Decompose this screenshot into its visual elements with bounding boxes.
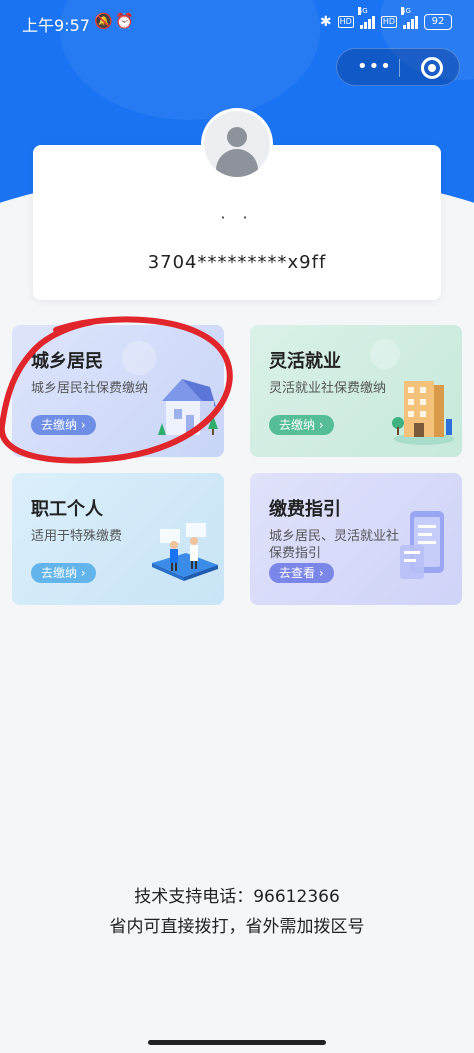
service-card-urban-rural[interactable]: 城乡居民 城乡居民社保费缴纳 去缴纳 › [12,325,224,457]
card-title: 灵活就业 [269,351,341,372]
close-miniprogram-icon[interactable] [421,57,443,79]
card-subtitle: 适用于特殊缴费 [31,529,123,544]
workers-illustration [152,523,218,581]
service-card-flexible-employment[interactable]: 灵活就业 灵活就业社保费缴纳 去缴纳 › [250,325,462,457]
bluetooth-icon: ✱ [319,14,332,30]
home-indicator[interactable] [148,1040,326,1045]
view-button[interactable]: 去查看 › [269,563,334,583]
hd-badge-2: HD [380,16,397,28]
alarm-icon: ⏰ [115,12,134,30]
card-subtitle: 城乡居民、灵活就业社保费指引 [269,529,400,561]
pay-button[interactable]: 去缴纳 › [31,415,96,435]
miniprogram-capsule: ••• [336,48,460,86]
dialing-note: 省内可直接拨打，省外需加拨区号 [109,917,365,937]
status-time: 上午9:57 [22,16,90,35]
card-title: 城乡居民 [31,351,103,372]
hd-badge: HD [337,16,354,28]
user-name: · · [220,208,254,227]
status-bar: 上午9:57 🔕 ⏰ ✱ HD 4G HD 4G 92 [0,0,474,44]
avatar [201,108,273,180]
building-illustration [392,381,454,445]
pay-button[interactable]: 去缴纳 › [31,563,96,583]
card-title: 缴费指引 [269,499,341,520]
house-illustration [158,379,218,435]
phone-guide-illustration [400,511,444,579]
footer: 技术支持电话：96612366 省内可直接拨打，省外需加拨区号 [0,882,474,942]
battery-indicator: 92 [424,14,452,30]
service-card-employee[interactable]: 职工个人 适用于特殊缴费 去缴纳 › [12,473,224,605]
pay-button[interactable]: 去缴纳 › [269,415,334,435]
signal-icon-2: 4G [401,7,418,29]
service-card-payment-guide[interactable]: 缴费指引 城乡居民、灵活就业社保费指引 去查看 › [250,473,462,605]
default-user-icon [204,111,270,177]
card-subtitle: 灵活就业社保费缴纳 [269,381,387,396]
more-options-icon[interactable]: ••• [357,58,392,76]
support-hotline[interactable]: 技术支持电话：96612366 [0,882,474,912]
mute-icon: 🔕 [94,12,113,30]
card-title: 职工个人 [31,499,103,520]
user-id-number: 3704*********x9ff [147,252,327,273]
card-subtitle: 城乡居民社保费缴纳 [31,381,149,396]
signal-icon: 4G [357,7,375,29]
